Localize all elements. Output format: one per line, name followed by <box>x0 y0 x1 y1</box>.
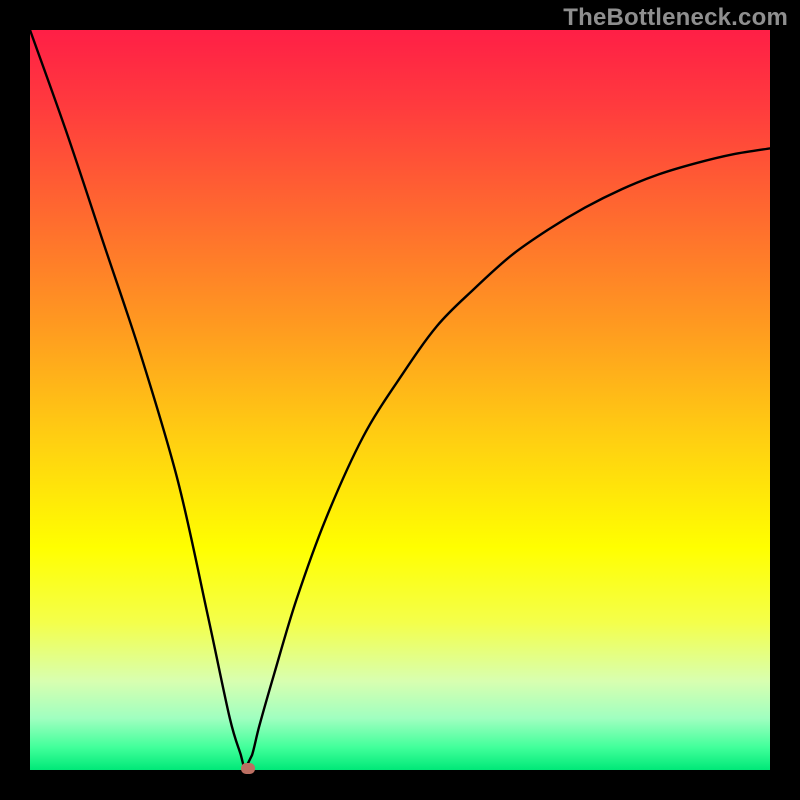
chart-frame: TheBottleneck.com <box>0 0 800 800</box>
chart-svg <box>30 30 770 770</box>
plot-area <box>30 30 770 770</box>
watermark-text: TheBottleneck.com <box>563 4 788 32</box>
gradient-background <box>30 30 770 770</box>
optimal-point-marker <box>241 763 255 774</box>
